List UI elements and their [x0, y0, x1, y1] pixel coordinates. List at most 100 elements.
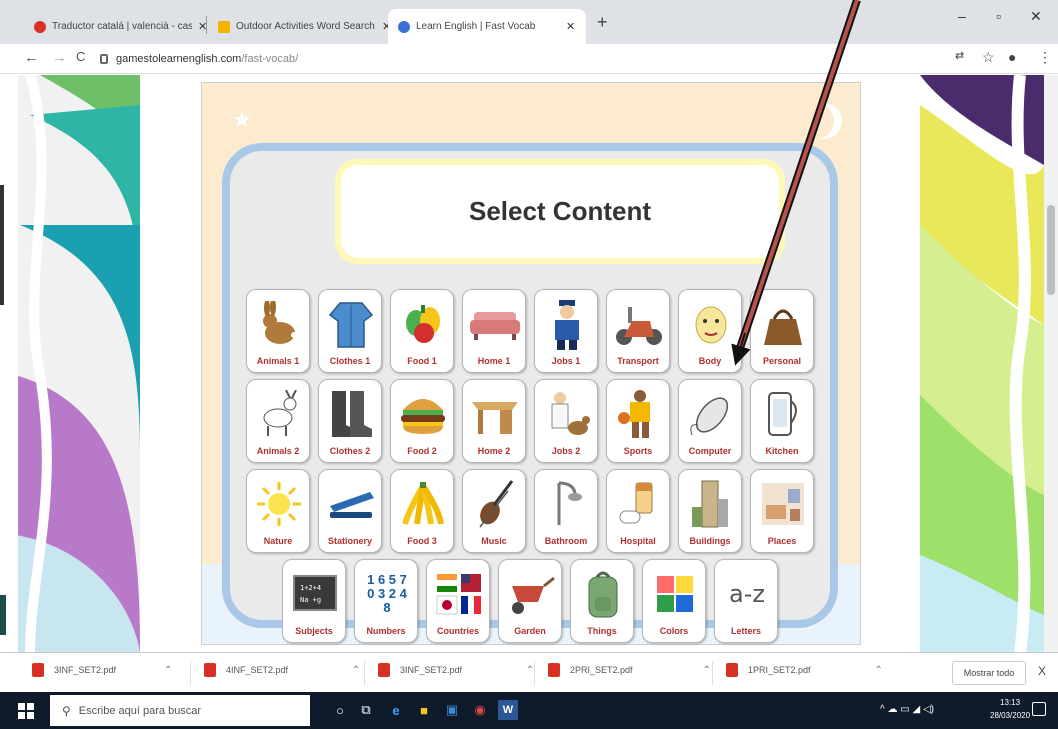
flags-icon — [433, 566, 485, 622]
translate-icon[interactable]: ⇄ — [955, 49, 964, 62]
windows-start-icon[interactable] — [18, 703, 34, 719]
browser-tab-strip: Traductor catalá | valencià - cas ✕ Outd… — [0, 0, 1058, 44]
category-label: Nature — [263, 536, 293, 546]
category-subjects[interactable]: 1+2+4 Na +g Subjects — [282, 559, 346, 643]
category-sports[interactable]: Sports — [606, 379, 670, 463]
category-nature[interactable]: Nature — [246, 469, 310, 553]
content-board: Select Content Animals 1 Clothes 1 Food … — [222, 143, 838, 643]
category-stationery[interactable]: Stationery — [318, 469, 382, 553]
category-food-3[interactable]: Food 3 — [390, 469, 454, 553]
close-window-button[interactable]: ✕ — [1030, 8, 1042, 25]
notifications-icon[interactable] — [1032, 702, 1046, 716]
chevron-up-icon[interactable]: ⌃ — [352, 665, 360, 676]
category-computer[interactable]: Computer — [678, 379, 742, 463]
clock[interactable]: 13:13 28/03/2020 — [990, 696, 1030, 722]
category-bathroom[interactable]: Bathroom — [534, 469, 598, 553]
category-label: Jobs 1 — [551, 356, 581, 366]
shower-icon — [541, 476, 593, 532]
category-transport[interactable]: Transport — [606, 289, 670, 373]
title-panel: Select Content — [335, 159, 785, 264]
vet-icon — [541, 386, 593, 442]
pdf-file-icon — [726, 663, 738, 677]
category-buildings[interactable]: Buildings — [678, 469, 742, 553]
category-food-2[interactable]: Food 2 — [390, 379, 454, 463]
word-icon[interactable]: W — [498, 700, 518, 720]
cortana-icon[interactable]: ○ — [330, 700, 350, 720]
tab-title: Traductor catalá | valencià - cas — [52, 21, 192, 32]
tab-translator[interactable]: Traductor catalá | valencià - cas ✕ — [24, 9, 217, 44]
category-music[interactable]: Music — [462, 469, 526, 553]
svg-text:1+2+4: 1+2+4 — [300, 584, 321, 592]
close-downloads-button[interactable]: X — [1038, 664, 1046, 678]
menu-icon[interactable]: ⋮ — [1038, 49, 1052, 66]
room-icon — [757, 476, 809, 532]
download-item[interactable]: 3INF_SET2.pdf ⌃ — [378, 663, 534, 677]
category-colors[interactable]: Colors — [642, 559, 706, 643]
chevron-up-icon[interactable]: ⌃ — [703, 665, 711, 676]
download-item[interactable]: 1PRI_SET2.pdf ⌃ — [726, 663, 883, 677]
new-tab-button[interactable]: + — [597, 12, 608, 33]
category-animals-2[interactable]: Animals 2 — [246, 379, 310, 463]
category-food-1[interactable]: Food 1 — [390, 289, 454, 373]
address-bar[interactable]: gamestolearnenglish.com/fast-vocab/ — [100, 49, 930, 69]
category-letters[interactable]: a-z Letters — [714, 559, 778, 643]
category-label: Home 2 — [477, 446, 511, 456]
category-garden[interactable]: Garden — [498, 559, 562, 643]
category-things[interactable]: Things — [570, 559, 634, 643]
tab-title: Learn English | Fast Vocab — [416, 21, 536, 32]
letters-icon-text: a-z — [729, 580, 765, 608]
store-icon[interactable]: ▣ — [442, 700, 462, 720]
forward-button[interactable]: → — [52, 49, 67, 66]
category-label: Numbers — [366, 626, 406, 636]
category-home-1[interactable]: Home 1 — [462, 289, 526, 373]
bookmark-star-icon[interactable]: ☆ — [982, 49, 995, 66]
system-tray[interactable]: ^ ☁ ▭ ◢ ◁) — [880, 704, 934, 715]
task-view-icon[interactable]: ⧉ — [356, 700, 376, 720]
browser-toolbar: ← → C gamestolearnenglish.com/fast-vocab… — [0, 44, 1058, 74]
reload-button[interactable]: C — [76, 49, 85, 64]
chevron-up-icon[interactable]: ⌃ — [875, 665, 883, 676]
tab-word-search[interactable]: Outdoor Activities Word Search ✕ — [208, 9, 401, 44]
chrome-icon[interactable]: ◉ — [470, 700, 490, 720]
page-title: Select Content — [341, 165, 779, 258]
taskbar-search-input[interactable]: ⚲ Escribe aquí para buscar — [50, 695, 310, 726]
search-placeholder: Escribe aquí para buscar — [78, 704, 202, 717]
category-label: Food 2 — [407, 446, 437, 456]
category-clothes-2[interactable]: Clothes 2 — [318, 379, 382, 463]
scrollbar-thumb[interactable] — [1047, 205, 1055, 295]
chevron-up-icon[interactable]: ⌃ — [164, 665, 172, 676]
page-scrollbar[interactable] — [1044, 75, 1058, 652]
file-explorer-icon[interactable]: ■ — [414, 700, 434, 720]
category-personal[interactable]: Personal — [750, 289, 814, 373]
back-button[interactable]: ← — [24, 49, 39, 66]
maximize-button[interactable]: ▫ — [996, 8, 1001, 24]
edge-icon[interactable]: e — [386, 700, 406, 720]
category-numbers[interactable]: 1 6 5 7 0 3 2 4 8 Numbers — [354, 559, 418, 643]
download-item[interactable]: 2PRI_SET2.pdf ⌃ — [548, 663, 711, 677]
category-animals-1[interactable]: Animals 1 — [246, 289, 310, 373]
category-label: Subjects — [295, 626, 333, 636]
category-countries[interactable]: Countries — [426, 559, 490, 643]
profile-icon[interactable]: ● — [1008, 49, 1016, 65]
category-label: Jobs 2 — [551, 446, 581, 456]
desk-icon — [469, 386, 521, 442]
category-jobs-1[interactable]: Jobs 1 — [534, 289, 598, 373]
close-tab-icon[interactable]: ✕ — [566, 20, 575, 33]
tab-fast-vocab[interactable]: Learn English | Fast Vocab ✕ — [388, 9, 586, 44]
category-places[interactable]: Places — [750, 469, 814, 553]
category-label: Bathroom — [544, 536, 588, 546]
category-clothes-1[interactable]: Clothes 1 — [318, 289, 382, 373]
minimize-button[interactable]: – — [958, 8, 966, 24]
show-all-button[interactable]: Mostrar todo — [952, 661, 1026, 685]
download-item[interactable]: 3INF_SET2.pdf ⌃ — [32, 663, 172, 677]
category-body[interactable]: Body — [678, 289, 742, 373]
violin-icon — [469, 476, 521, 532]
category-home-2[interactable]: Home 2 — [462, 379, 526, 463]
category-label: Animals 2 — [256, 446, 300, 456]
download-item[interactable]: 4INF_SET2.pdf ⌃ — [204, 663, 360, 677]
handbag-icon — [757, 296, 809, 352]
category-kitchen[interactable]: Kitchen — [750, 379, 814, 463]
category-hospital[interactable]: Hospital — [606, 469, 670, 553]
category-jobs-2[interactable]: Jobs 2 — [534, 379, 598, 463]
goat-icon — [253, 386, 305, 442]
